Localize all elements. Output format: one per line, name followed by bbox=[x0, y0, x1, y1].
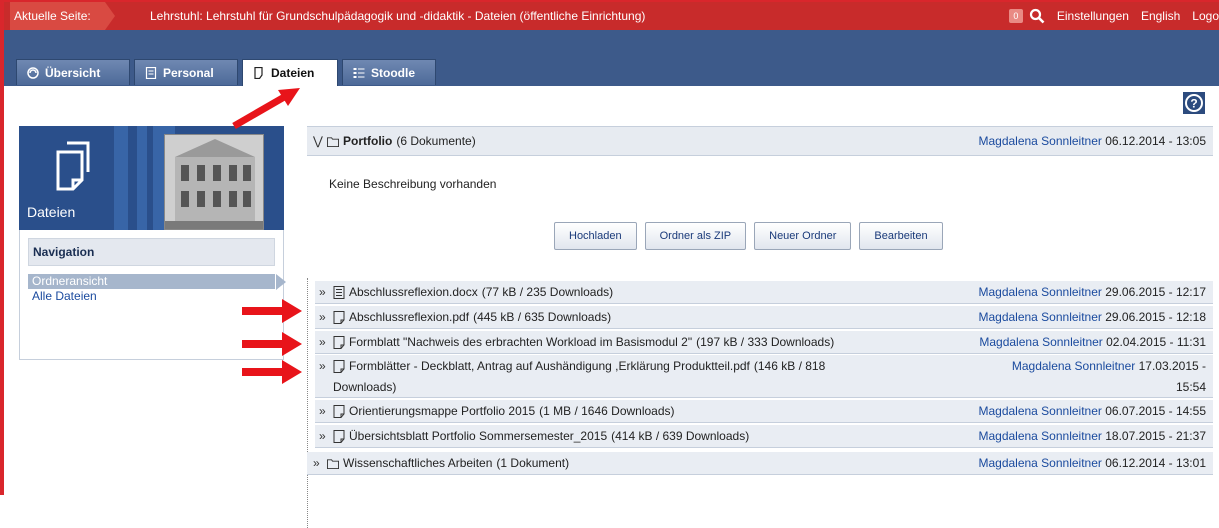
folder-date: 06.12.2014 - 13:05 bbox=[1105, 134, 1206, 148]
file-date: 18.07.2015 - 21:37 bbox=[1105, 429, 1206, 443]
subfolder-name[interactable]: Wissenschaftliches Arbeiten bbox=[343, 452, 492, 474]
tab-label: Übersicht bbox=[45, 65, 101, 80]
annotation-arrow bbox=[242, 360, 302, 384]
pdf-document-icon bbox=[333, 429, 345, 443]
file-meta: (77 kB / 235 Downloads) bbox=[481, 285, 614, 299]
language-link[interactable]: English bbox=[1141, 9, 1180, 23]
new-folder-button[interactable]: Neuer Ordner bbox=[754, 222, 852, 250]
subfolder-author[interactable]: Magdalena Sonnleitner bbox=[978, 456, 1101, 470]
file-name[interactable]: Übersichtsblatt Portfolio Sommersemester… bbox=[349, 425, 607, 447]
institution-photo bbox=[164, 134, 264, 230]
file-date: 06.07.2015 - 14:55 bbox=[1105, 404, 1206, 418]
top-bar: Aktuelle Seite: Lehrstuhl: Lehrstuhl für… bbox=[4, 2, 1219, 30]
upload-button[interactable]: Hochladen bbox=[554, 222, 637, 250]
expand-icon[interactable]: » bbox=[319, 400, 329, 422]
collapse-icon[interactable]: ⋁ bbox=[313, 127, 323, 155]
pdf-document-icon bbox=[333, 404, 345, 418]
tab-label: Stoodle bbox=[371, 65, 415, 80]
pdf-document-icon bbox=[333, 359, 345, 373]
folder-author[interactable]: Magdalena Sonnleitner bbox=[978, 134, 1101, 148]
stoodle-icon bbox=[353, 67, 365, 78]
nav-item-folder-view[interactable]: Ordneransicht bbox=[28, 274, 286, 290]
file-date-continued: 15:54 bbox=[1175, 380, 1206, 394]
personal-icon bbox=[145, 66, 157, 79]
expand-icon[interactable]: » bbox=[319, 331, 329, 353]
files-large-icon bbox=[56, 141, 90, 191]
file-meta: (146 kB / 818 bbox=[753, 359, 826, 373]
file-date: 29.06.2015 - 12:18 bbox=[1105, 310, 1206, 324]
tab-overview[interactable]: Übersicht bbox=[16, 59, 130, 85]
tab-label: Personal bbox=[163, 65, 214, 80]
expand-icon[interactable]: » bbox=[313, 452, 323, 474]
expand-icon[interactable]: » bbox=[319, 425, 329, 447]
folder-icon bbox=[327, 136, 339, 147]
file-name[interactable]: Orientierungsmappe Portfolio 2015 bbox=[349, 400, 535, 422]
top-actions: 0 Einstellungen English Logo bbox=[1008, 2, 1219, 30]
file-date: 17.03.2015 - bbox=[1138, 359, 1206, 373]
annotation-arrow bbox=[242, 299, 302, 323]
folder-description: Keine Beschreibung vorhanden bbox=[329, 177, 497, 191]
file-author[interactable]: Magdalena Sonnleitner bbox=[979, 335, 1102, 349]
tab-stoodle[interactable]: Stoodle bbox=[342, 59, 436, 85]
file-row[interactable]: » Abschlussreflexion.pdf (445 kB / 635 D… bbox=[315, 306, 1213, 329]
folder-header[interactable]: ⋁ Portfolio (6 Dokumente) Magdalena Sonn… bbox=[307, 126, 1213, 156]
file-author[interactable]: Magdalena Sonnleitner bbox=[1012, 359, 1135, 373]
file-name[interactable]: Abschlussreflexion.pdf bbox=[349, 306, 469, 328]
folder-name[interactable]: Portfolio bbox=[343, 127, 392, 155]
file-date: 02.04.2015 - 11:31 bbox=[1106, 335, 1206, 349]
search-icon[interactable] bbox=[1029, 8, 1045, 24]
file-author[interactable]: Magdalena Sonnleitner bbox=[978, 429, 1101, 443]
logout-link[interactable]: Logo bbox=[1192, 9, 1219, 23]
files-icon bbox=[254, 67, 263, 79]
file-meta-continued: Downloads) bbox=[333, 380, 397, 394]
file-author[interactable]: Magdalena Sonnleitner bbox=[978, 404, 1101, 418]
file-row[interactable]: » Abschlussreflexion.docx (77 kB / 235 D… bbox=[315, 281, 1213, 304]
file-name[interactable]: Abschlussreflexion.docx bbox=[349, 281, 478, 303]
folder-actions: Hochladen Ordner als ZIP Neuer Ordner Be… bbox=[554, 222, 943, 250]
help-icon[interactable]: ? bbox=[1183, 92, 1205, 114]
word-document-icon bbox=[333, 285, 345, 299]
pdf-document-icon bbox=[333, 310, 345, 324]
breadcrumb[interactable]: Lehrstuhl: Lehrstuhl für Grundschulpädag… bbox=[150, 2, 645, 30]
folder-icon bbox=[327, 458, 339, 469]
tab-label: Dateien bbox=[271, 66, 315, 80]
file-date: 29.06.2015 - 12:17 bbox=[1105, 285, 1206, 299]
expand-icon[interactable]: » bbox=[319, 355, 329, 377]
zip-folder-button[interactable]: Ordner als ZIP bbox=[644, 222, 747, 250]
expand-icon[interactable]: » bbox=[319, 281, 329, 303]
tab-personal[interactable]: Personal bbox=[134, 59, 238, 85]
pdf-document-icon bbox=[333, 335, 345, 349]
sidebar-title: Dateien bbox=[27, 204, 76, 220]
file-author[interactable]: Magdalena Sonnleitner bbox=[978, 310, 1101, 324]
current-page-label: Aktuelle Seite: bbox=[10, 2, 115, 30]
settings-link[interactable]: Einstellungen bbox=[1057, 9, 1129, 23]
file-name[interactable]: Formblätter - Deckblatt, Antrag auf Aush… bbox=[349, 355, 750, 377]
overview-icon bbox=[27, 66, 39, 79]
nav-item-all-files[interactable]: Alle Dateien bbox=[28, 289, 275, 304]
annotation-arrow bbox=[232, 88, 300, 130]
folder-count: (6 Dokumente) bbox=[396, 134, 476, 148]
file-author[interactable]: Magdalena Sonnleitner bbox=[978, 285, 1101, 299]
annotation-arrow bbox=[242, 332, 302, 356]
file-meta: (1 MB / 1646 Downloads) bbox=[539, 404, 675, 418]
file-row[interactable]: » Formblätter - Deckblatt, Antrag auf Au… bbox=[315, 355, 1213, 398]
subfolder-row[interactable]: » Wissenschaftliches Arbeiten (1 Dokumen… bbox=[307, 452, 1213, 475]
file-row[interactable]: » Formblatt "Nachweis des erbrachten Wor… bbox=[315, 331, 1213, 354]
subfolder-count: (1 Dokument) bbox=[496, 456, 570, 470]
notification-badge[interactable]: 0 bbox=[1008, 9, 1023, 23]
file-meta: (414 kB / 639 Downloads) bbox=[611, 429, 750, 443]
navigation-heading: Navigation bbox=[28, 238, 275, 266]
file-name[interactable]: Formblatt "Nachweis des erbrachten Workl… bbox=[349, 331, 692, 353]
file-meta: (197 kB / 333 Downloads) bbox=[696, 335, 835, 349]
file-meta: (445 kB / 635 Downloads) bbox=[473, 310, 612, 324]
edit-button[interactable]: Bearbeiten bbox=[859, 222, 943, 250]
file-row[interactable]: » Orientierungsmappe Portfolio 2015 (1 M… bbox=[315, 400, 1213, 423]
svg-text:?: ? bbox=[1190, 97, 1197, 111]
tab-files[interactable]: Dateien bbox=[242, 59, 338, 86]
file-row[interactable]: » Übersichtsblatt Portfolio Sommersemest… bbox=[315, 425, 1213, 448]
subfolder-date: 06.12.2014 - 13:01 bbox=[1105, 456, 1206, 470]
tab-bar: Übersicht Personal Dateien Stoodle bbox=[4, 30, 1219, 86]
expand-icon[interactable]: » bbox=[319, 306, 329, 328]
